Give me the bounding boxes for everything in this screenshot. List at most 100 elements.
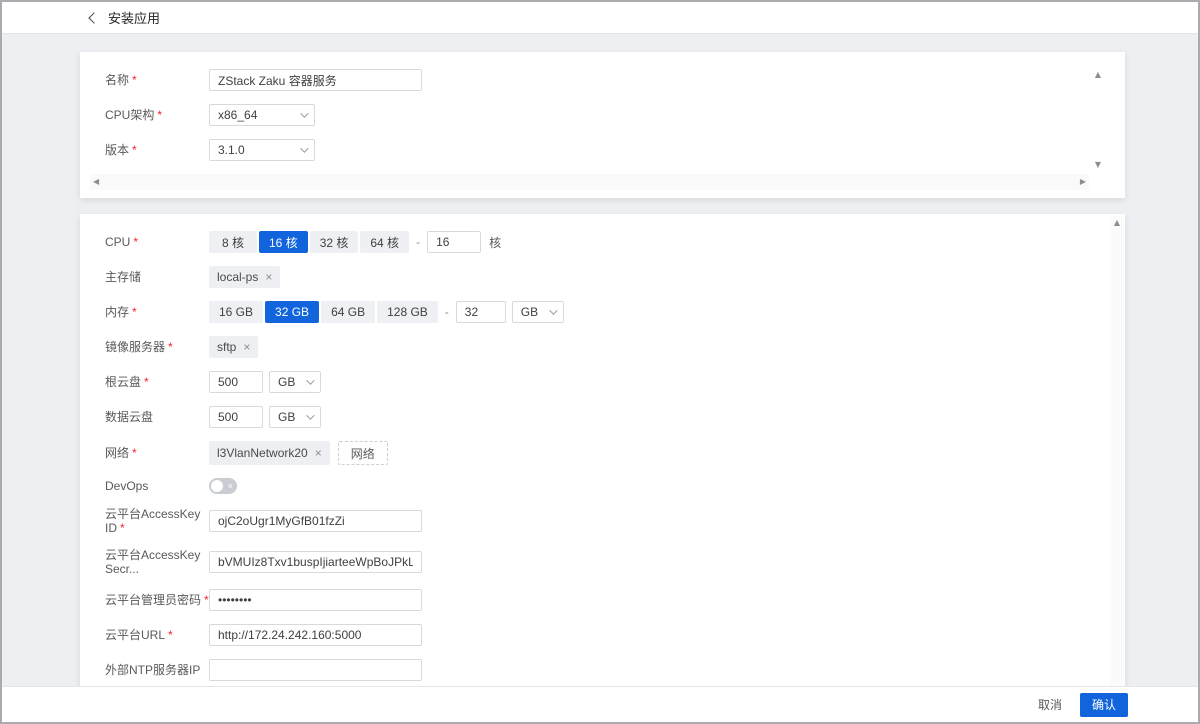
devops-row: DevOps ×: [105, 478, 1125, 494]
root-disk-input[interactable]: [209, 371, 263, 393]
root-disk-unit-value: GB: [278, 375, 295, 389]
remove-icon[interactable]: ×: [265, 271, 272, 283]
admin-password-label: 云平台管理员密码*: [105, 593, 209, 607]
version-label: 版本*: [105, 143, 209, 157]
version-row: 版本* 3.1.0: [105, 139, 1125, 161]
required-mark: *: [120, 521, 125, 535]
page-header: 安装应用: [2, 2, 1198, 34]
primary-storage-tag: local-ps ×: [209, 266, 280, 288]
required-mark: *: [132, 305, 137, 319]
config-panel: CPU* 8 核 16 核 32 核 64 核 - 核 主存储 local-ps…: [80, 214, 1125, 688]
memory-separator: -: [445, 305, 449, 319]
memory-option-32[interactable]: 32 GB: [265, 301, 319, 323]
top-panel-vertical-scrollbar[interactable]: ▲ ▼: [1091, 70, 1105, 170]
cpu-row: CPU* 8 核 16 核 32 核 64 核 - 核: [105, 231, 1125, 253]
toggle-knob: [211, 480, 223, 492]
network-label: 网络*: [105, 446, 209, 460]
image-server-label: 镜像服务器*: [105, 340, 209, 354]
admin-password-input[interactable]: [209, 589, 422, 611]
network-row: 网络* l3VlanNetwork20 × 网络: [105, 441, 1125, 465]
remove-icon[interactable]: ×: [243, 341, 250, 353]
cpu-arch-label: CPU架构*: [105, 108, 209, 122]
scroll-right-icon[interactable]: ▶: [1080, 177, 1086, 187]
image-server-tag: sftp ×: [209, 336, 258, 358]
data-disk-row: 数据云盘 GB: [105, 406, 1125, 428]
main-panel-vertical-scrollbar[interactable]: ▲: [1110, 216, 1124, 686]
ntp-server-input[interactable]: [209, 659, 422, 681]
page-title: 安装应用: [108, 8, 160, 27]
required-mark: *: [132, 73, 137, 87]
access-key-id-row: 云平台AccessKey ID*: [105, 507, 1125, 535]
scroll-left-icon[interactable]: ◀: [93, 177, 99, 187]
network-tag-text: l3VlanNetwork20: [217, 446, 308, 460]
cpu-option-64[interactable]: 64 核: [360, 231, 409, 253]
scroll-down-icon[interactable]: ▼: [1095, 160, 1101, 170]
chevron-down-icon: [306, 376, 314, 384]
access-key-secret-row: 云平台AccessKey Secr...: [105, 548, 1125, 576]
scroll-up-icon[interactable]: ▲: [1114, 218, 1120, 228]
cancel-button[interactable]: 取消: [1038, 696, 1062, 713]
memory-custom-input[interactable]: [456, 301, 506, 323]
admin-password-row: 云平台管理员密码*: [105, 589, 1125, 611]
name-label: 名称*: [105, 73, 209, 87]
toggle-off-icon: ×: [228, 479, 233, 493]
cpu-option-16[interactable]: 16 核: [259, 231, 308, 253]
cpu-label: CPU*: [105, 235, 209, 249]
image-server-tag-text: sftp: [217, 340, 236, 354]
add-network-button[interactable]: 网络: [338, 441, 388, 465]
scroll-up-icon[interactable]: ▲: [1095, 70, 1101, 80]
cpu-option-8[interactable]: 8 核: [209, 231, 257, 253]
top-panel-horizontal-scrollbar[interactable]: ◀ ▶: [90, 174, 1089, 190]
memory-label: 内存*: [105, 305, 209, 319]
cpu-arch-select[interactable]: x86_64: [209, 104, 315, 126]
access-key-secret-input[interactable]: [209, 551, 422, 573]
primary-storage-row: 主存储 local-ps ×: [105, 266, 1125, 288]
root-disk-unit-select[interactable]: GB: [269, 371, 321, 393]
chevron-down-icon: [549, 306, 557, 314]
access-key-id-input[interactable]: [209, 510, 422, 532]
chevron-down-icon: [306, 411, 314, 419]
root-disk-row: 根云盘* GB: [105, 371, 1125, 393]
chevron-down-icon: [300, 109, 308, 117]
required-mark: *: [204, 593, 209, 607]
cpu-option-32[interactable]: 32 核: [310, 231, 359, 253]
name-input[interactable]: [209, 69, 422, 91]
confirm-button[interactable]: 确认: [1080, 693, 1128, 717]
required-mark: *: [132, 143, 137, 157]
root-disk-label: 根云盘*: [105, 375, 209, 389]
required-mark: *: [144, 375, 149, 389]
memory-row: 内存* 16 GB 32 GB 64 GB 128 GB - GB: [105, 301, 1125, 323]
memory-unit-value: GB: [521, 305, 538, 319]
cpu-option-group: 8 核 16 核 32 核 64 核: [209, 231, 409, 253]
cpu-custom-input[interactable]: [427, 231, 481, 253]
name-row: 名称*: [105, 69, 1125, 91]
memory-option-16[interactable]: 16 GB: [209, 301, 263, 323]
devops-toggle[interactable]: ×: [209, 478, 237, 494]
required-mark: *: [132, 446, 137, 460]
action-footer: 取消 确认: [2, 686, 1198, 722]
memory-option-group: 16 GB 32 GB 64 GB 128 GB: [209, 301, 438, 323]
data-disk-label: 数据云盘: [105, 410, 209, 424]
version-select[interactable]: 3.1.0: [209, 139, 315, 161]
version-value: 3.1.0: [218, 143, 245, 157]
remove-icon[interactable]: ×: [315, 447, 322, 459]
required-mark: *: [168, 628, 173, 642]
chevron-down-icon: [300, 144, 308, 152]
primary-storage-label: 主存储: [105, 270, 209, 284]
memory-option-128[interactable]: 128 GB: [377, 301, 438, 323]
data-disk-unit-value: GB: [278, 410, 295, 424]
access-key-id-label: 云平台AccessKey ID*: [105, 507, 209, 535]
basic-info-panel: 名称* CPU架构* x86_64 版本* 3.1.0 ▲ ▼ ◀ ▶: [80, 52, 1125, 198]
data-disk-unit-select[interactable]: GB: [269, 406, 321, 428]
memory-option-64[interactable]: 64 GB: [321, 301, 375, 323]
required-mark: *: [133, 235, 138, 249]
data-disk-input[interactable]: [209, 406, 263, 428]
image-server-row: 镜像服务器* sftp ×: [105, 336, 1125, 358]
cpu-arch-value: x86_64: [218, 108, 257, 122]
memory-unit-select[interactable]: GB: [512, 301, 564, 323]
platform-url-input[interactable]: [209, 624, 422, 646]
network-tag: l3VlanNetwork20 ×: [209, 441, 330, 465]
back-icon[interactable]: [88, 12, 99, 23]
ntp-server-row: 外部NTP服务器IP: [105, 659, 1125, 681]
cpu-arch-row: CPU架构* x86_64: [105, 104, 1125, 126]
